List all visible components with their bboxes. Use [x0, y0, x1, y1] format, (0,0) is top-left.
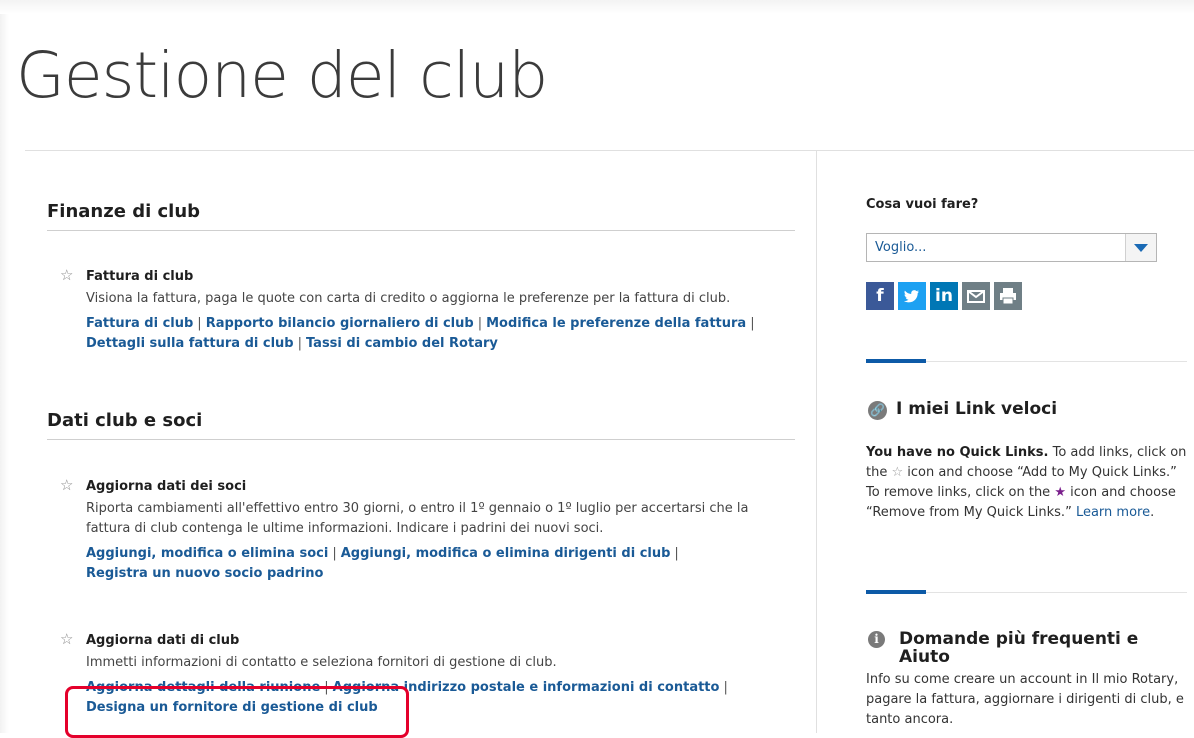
link-separator: | — [332, 546, 337, 561]
what-to-do-heading: Cosa vuoi fare? — [866, 197, 979, 212]
twitter-icon[interactable] — [898, 282, 926, 310]
link-dettagli-fattura[interactable]: Dettagli sulla fattura di club — [86, 336, 294, 351]
section-rule — [47, 439, 795, 440]
chevron-down-icon[interactable] — [1125, 234, 1156, 261]
page-title: Gestione del club — [16, 39, 548, 112]
item-title: Aggiorna dati di club — [86, 633, 240, 648]
link-aggiungi-soci[interactable]: Aggiungi, modifica o elimina soci — [86, 546, 328, 561]
section-rule — [47, 230, 795, 231]
sidebar-accent — [866, 359, 926, 363]
title-divider — [25, 150, 1194, 151]
link-icon: 🔗 — [868, 401, 887, 420]
facebook-icon[interactable]: f — [866, 282, 894, 310]
what-to-do-select[interactable]: Voglio... — [866, 233, 1157, 262]
item-description: Immetti informazioni di contatto e selez… — [86, 655, 557, 670]
link-rapporto-bilancio[interactable]: Rapporto bilancio giornaliero di club — [206, 316, 474, 331]
print-icon[interactable] — [994, 282, 1022, 310]
link-fattura-di-club[interactable]: Fattura di club — [86, 316, 193, 331]
column-divider — [816, 151, 817, 733]
link-separator: | — [197, 316, 202, 331]
link-separator: | — [723, 680, 728, 695]
quick-links-title: I miei Link veloci — [896, 399, 1058, 419]
item-title: Aggiorna dati dei soci — [86, 479, 247, 494]
star-icon[interactable]: ☆ — [60, 268, 73, 283]
quick-links-empty: You have no Quick Links. — [866, 445, 1049, 460]
link-modifica-preferenze[interactable]: Modifica le preferenze della fattura — [486, 316, 746, 331]
star-outline-icon: ☆ — [891, 465, 904, 480]
faq-text: Info su come creare un account in Il mio… — [866, 672, 1184, 727]
item-title: Fattura di club — [86, 269, 194, 284]
learn-more-link[interactable]: Learn more — [1076, 505, 1150, 520]
section-title-dati-club: Dati club e soci — [47, 410, 203, 431]
item-links: Aggiungi, modifica o elimina soci | Aggiun… — [86, 544, 786, 584]
email-icon[interactable] — [962, 282, 990, 310]
faq-title: Domande più frequenti e Aiuto — [899, 629, 1139, 667]
link-separator: | — [674, 546, 679, 561]
quick-links-text: You have no Quick Links. To add links, c… — [866, 443, 1191, 523]
link-tassi-di-cambio[interactable]: Tassi di cambio del Rotary — [306, 336, 498, 351]
link-separator: | — [477, 316, 483, 331]
star-icon[interactable]: ☆ — [60, 632, 73, 647]
section-title-finanze: Finanze di club — [47, 201, 201, 222]
item-description: Riporta cambiamenti all'effettivo entro … — [86, 501, 749, 536]
link-aggiungi-dirigenti[interactable]: Aggiungi, modifica o elimina dirigenti d… — [341, 546, 671, 561]
highlight-box — [65, 686, 409, 738]
link-registra-socio-padrino[interactable]: Registra un nuovo socio padrino — [86, 566, 323, 581]
item-description: Visiona la fattura, paga le quote con ca… — [86, 291, 731, 306]
select-value: Voglio... — [875, 240, 927, 255]
star-icon[interactable]: ☆ — [60, 478, 73, 493]
link-separator: | — [297, 336, 302, 351]
item-links: Fattura di club | Rapporto bilancio giorna… — [86, 314, 786, 354]
sidebar-accent — [866, 590, 926, 594]
linkedin-icon[interactable]: in — [930, 282, 958, 310]
quick-links-text-part: . — [1150, 505, 1155, 520]
link-separator: | — [750, 316, 755, 331]
top-shadow-bar — [0, 0, 1194, 14]
star-filled-icon: ★ — [1054, 485, 1066, 500]
left-shadow-edge — [0, 14, 9, 733]
info-icon: i — [868, 631, 885, 648]
